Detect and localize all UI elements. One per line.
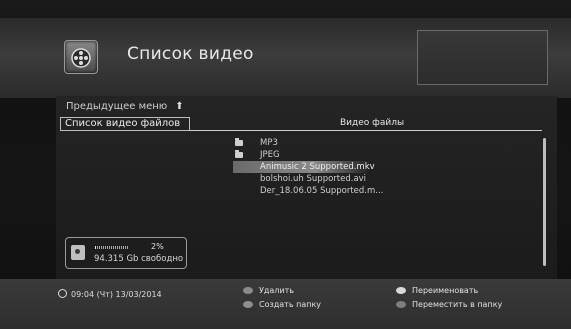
move-to-folder-label: Переместить в папку	[412, 300, 503, 309]
storage-free-space: 94.315 Gb свободно	[94, 254, 184, 264]
storage-info: 2% 94.315 Gb свободно	[65, 237, 187, 269]
hdd-icon	[71, 245, 85, 260]
file-item[interactable]: Der_18.06.05 Supported.m...	[233, 185, 533, 197]
green-key-icon	[243, 301, 253, 308]
file-name: Der_18.06.05 Supported.m...	[260, 186, 384, 196]
storage-used-percent: 2%	[151, 242, 164, 251]
clock-icon	[58, 289, 67, 298]
create-folder-label: Создать папку	[259, 300, 322, 309]
clock: 09:04 (Чт) 13/03/2014	[58, 289, 162, 299]
folder-icon	[235, 138, 243, 146]
folder-icon	[235, 150, 243, 158]
file-name: bolshoi.uh Supported.avi	[260, 174, 367, 184]
column-header: Видео файлы	[190, 117, 542, 131]
delete-label: Удалить	[259, 286, 294, 295]
folder-item[interactable]: JPEG	[233, 149, 533, 161]
file-name: Animusic 2 Supported.mkv	[260, 162, 375, 172]
film-reel-icon	[64, 40, 98, 74]
clock-text: 09:04 (Чт) 13/03/2014	[71, 290, 162, 299]
page-title: Список видео	[127, 44, 254, 64]
yellow-key-icon	[396, 287, 406, 294]
file-item[interactable]: bolshoi.uh Supported.avi	[233, 173, 533, 185]
previous-menu-item[interactable]: Предыдущее меню ⬆	[66, 101, 184, 112]
create-folder-button[interactable]: Создать папку	[243, 300, 321, 310]
move-to-folder-button[interactable]: Переместить в папку	[396, 300, 502, 310]
red-key-icon	[243, 287, 253, 294]
scrollbar[interactable]	[543, 138, 546, 266]
screen: Список видео Предыдущее меню ⬆ Список вид…	[0, 0, 571, 329]
previous-menu-label: Предыдущее меню	[66, 101, 168, 112]
storage-usage-bar	[95, 246, 129, 249]
file-name: MP3	[260, 138, 278, 148]
storage-usage-fill	[95, 246, 96, 249]
folder-item[interactable]: MP3	[233, 137, 533, 149]
video-preview	[417, 30, 548, 85]
file-item-selected[interactable]: Animusic 2 Supported.mkv	[233, 161, 375, 173]
file-name: JPEG	[260, 150, 280, 160]
blue-key-icon	[396, 301, 406, 308]
menu-item-label: Список видео файлов	[65, 118, 181, 129]
menu-item-video-files[interactable]: Список видео файлов	[60, 117, 190, 131]
rename-label: Переименовать	[412, 286, 479, 295]
rename-button[interactable]: Переименовать	[396, 286, 478, 296]
column-header-label: Видео файлы	[340, 118, 405, 128]
delete-button[interactable]: Удалить	[243, 286, 294, 296]
file-list: MP3 JPEG Animusic 2 Supported.mkv bolsho…	[233, 137, 533, 197]
up-arrow-icon: ⬆	[175, 101, 184, 112]
